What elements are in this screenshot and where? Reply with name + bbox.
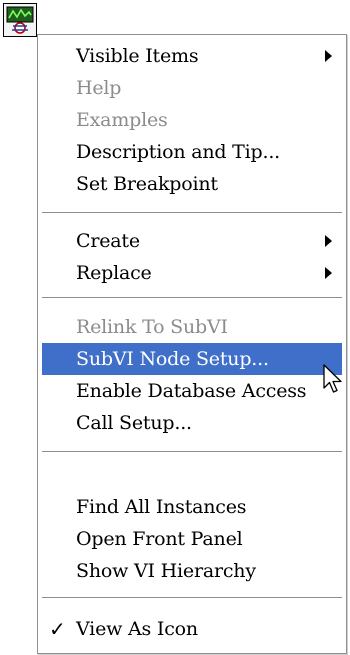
menu-separator xyxy=(42,212,342,216)
menu-item-replace[interactable]: Replace xyxy=(42,257,342,289)
menu-item-label: Visible Items xyxy=(76,45,199,67)
menu-item-view-as-icon[interactable]: ✓ View As Icon xyxy=(42,613,342,645)
menu-separator xyxy=(42,297,342,301)
submenu-arrow-icon xyxy=(325,50,332,62)
menu-separator xyxy=(42,597,342,601)
menu-item-open-front-panel[interactable]: Open Front Panel xyxy=(42,523,342,555)
menu-item-help: Help xyxy=(42,72,342,104)
checkmark-icon: ✓ xyxy=(49,617,66,641)
menu-item-label: Help xyxy=(76,77,122,99)
menu-item-label: Find All Instances xyxy=(76,496,247,518)
submenu-arrow-icon xyxy=(325,235,332,247)
menu-item-create[interactable]: Create xyxy=(42,225,342,257)
menu-item-examples: Examples xyxy=(42,104,342,136)
menu-item-label: Replace xyxy=(76,262,152,284)
menu-item-label: Enable Database Access xyxy=(76,380,307,402)
menu-item-show-vi-hierarchy[interactable]: Show VI Hierarchy xyxy=(42,555,342,587)
submenu-arrow-icon xyxy=(325,267,332,279)
menu-item-call-setup[interactable]: Call Setup... xyxy=(42,407,342,439)
menu-item-find-all-instances[interactable]: Find All Instances xyxy=(42,491,342,523)
mouse-pointer-icon xyxy=(323,364,342,393)
menu-item-enable-database-access[interactable]: Enable Database Access xyxy=(42,375,342,407)
menu-item-label: View As Icon xyxy=(76,618,198,640)
menu-separator xyxy=(42,451,342,455)
menu-item-label: Call Setup... xyxy=(76,412,192,434)
menu-item-label: Examples xyxy=(76,109,168,131)
menu-item-label: Set Breakpoint xyxy=(76,173,218,195)
menu-item-label: SubVI Node Setup... xyxy=(76,348,269,370)
menu-item-label: Relink To SubVI xyxy=(76,316,228,338)
menu-item-label: Description and Tip... xyxy=(76,141,281,163)
menu-item-label: Open Front Panel xyxy=(76,528,243,550)
menu-item-visible-items[interactable]: Visible Items xyxy=(42,40,342,72)
vi-icon[interactable] xyxy=(3,3,37,37)
context-menu: Visible Items Help Examples Description … xyxy=(37,34,347,654)
menu-item-subvi-node-setup[interactable]: SubVI Node Setup... xyxy=(42,343,342,375)
menu-item-label: Show VI Hierarchy xyxy=(76,560,256,582)
menu-item-description-and-tip[interactable]: Description and Tip... xyxy=(42,136,342,168)
menu-item-label: Create xyxy=(76,230,140,252)
menu-item-set-breakpoint[interactable]: Set Breakpoint xyxy=(42,168,342,200)
menu-item-relink-to-subvi: Relink To SubVI xyxy=(42,311,342,343)
